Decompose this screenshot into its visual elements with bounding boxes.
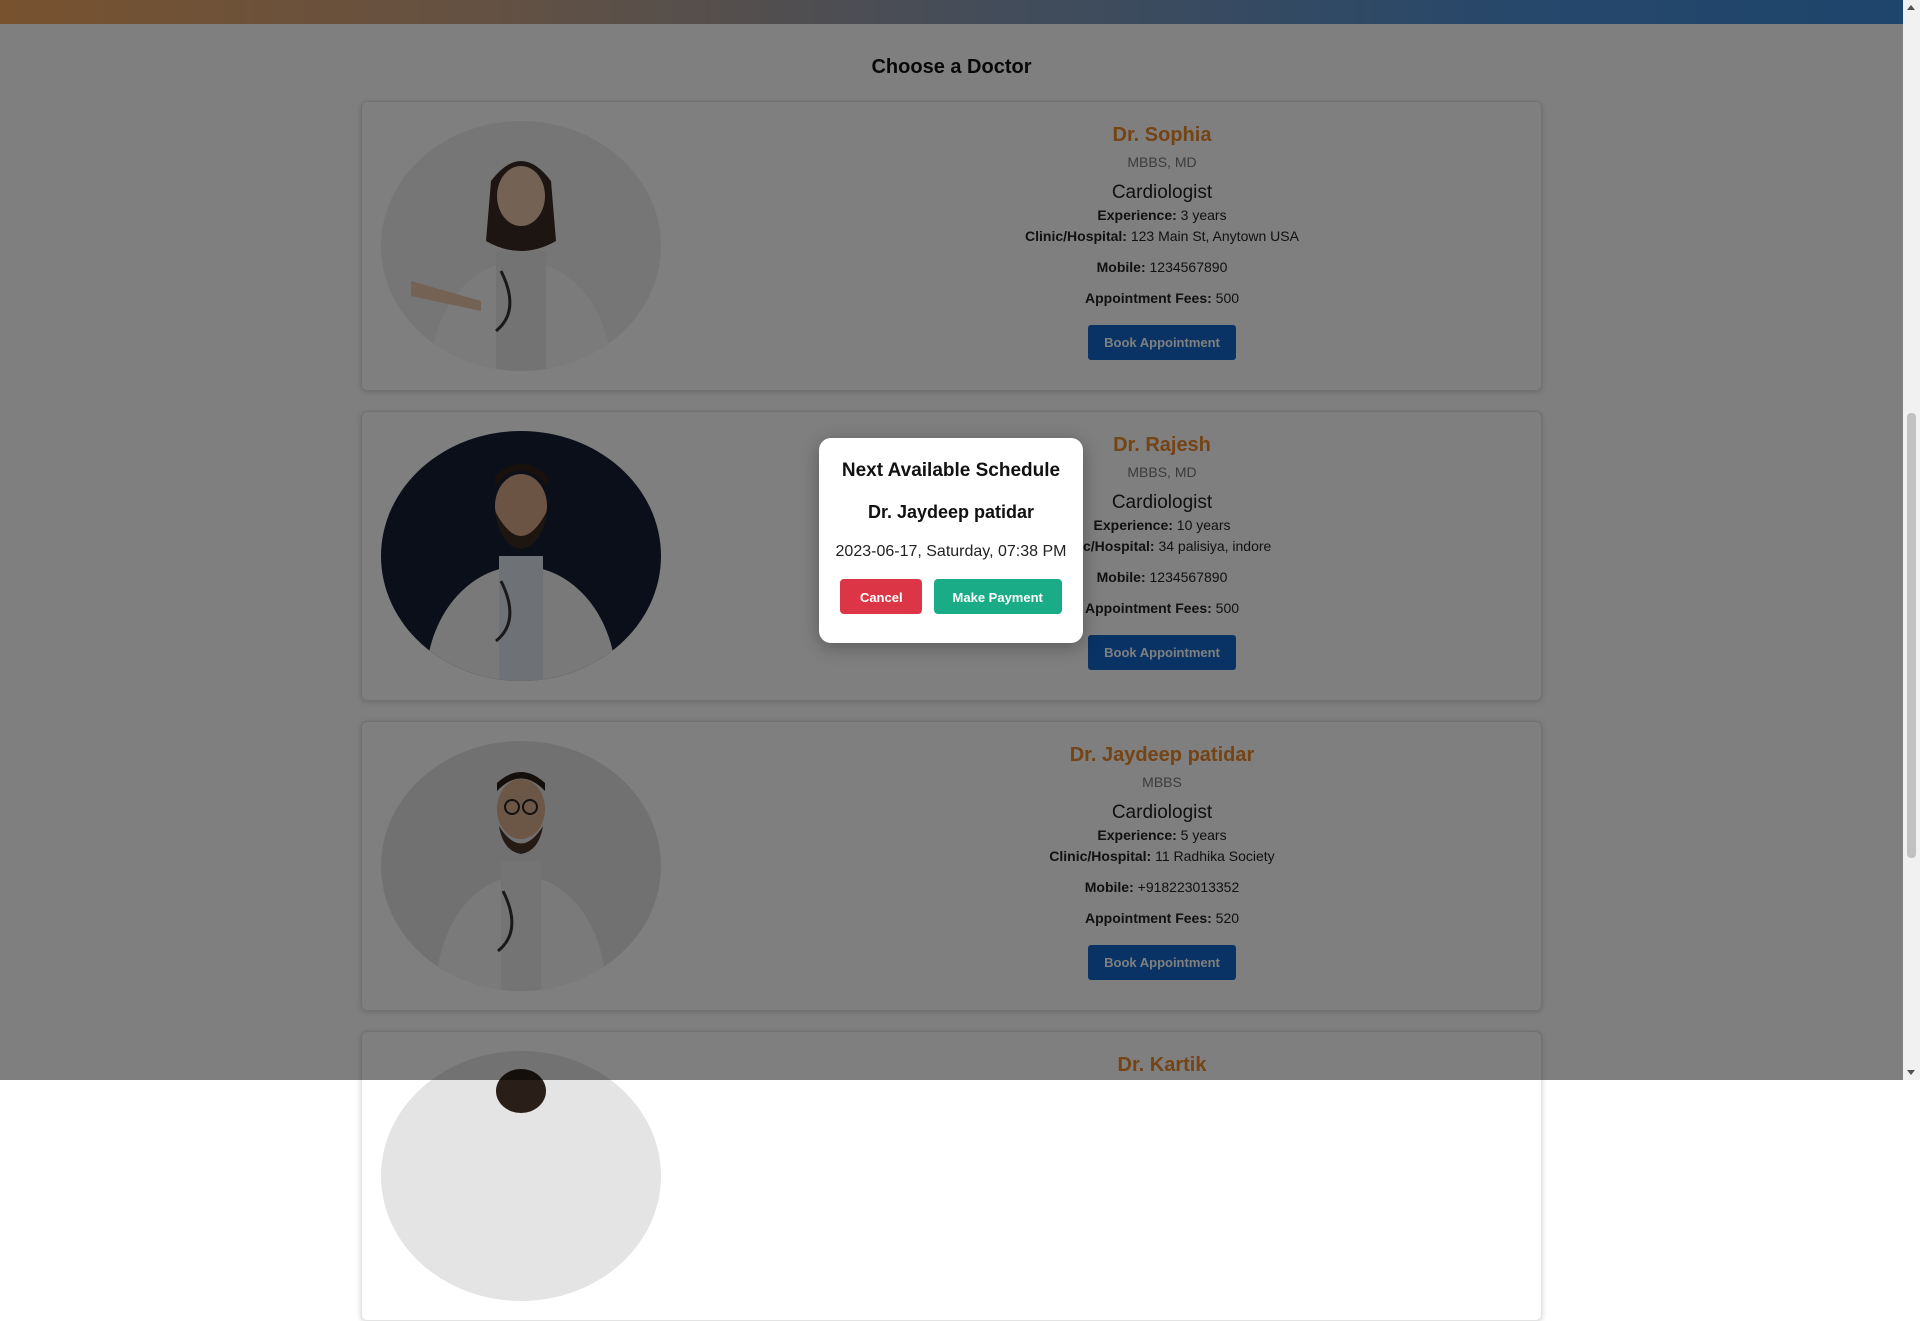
schedule-modal: Next Available Schedule Dr. Jaydeep pati…	[819, 438, 1083, 643]
modal-schedule-datetime: 2023-06-17, Saturday, 07:38 PM	[835, 543, 1067, 560]
make-payment-button[interactable]: Make Payment	[933, 579, 1062, 614]
scroll-up-arrow-icon[interactable]	[1907, 5, 1915, 10]
doctor-portrait-icon	[381, 1051, 661, 1301]
cancel-button[interactable]: Cancel	[840, 579, 923, 614]
modal-title: Next Available Schedule	[841, 460, 1061, 481]
scrollbar-thumb[interactable]	[1907, 413, 1916, 858]
doctor-photo	[381, 1051, 661, 1301]
modal-actions: Cancel Make Payment	[819, 579, 1083, 614]
scroll-down-arrow-icon[interactable]	[1907, 1070, 1915, 1075]
page-scrollbar[interactable]	[1903, 0, 1920, 1080]
modal-doctor-name: Dr. Jaydeep patidar	[867, 502, 1035, 522]
